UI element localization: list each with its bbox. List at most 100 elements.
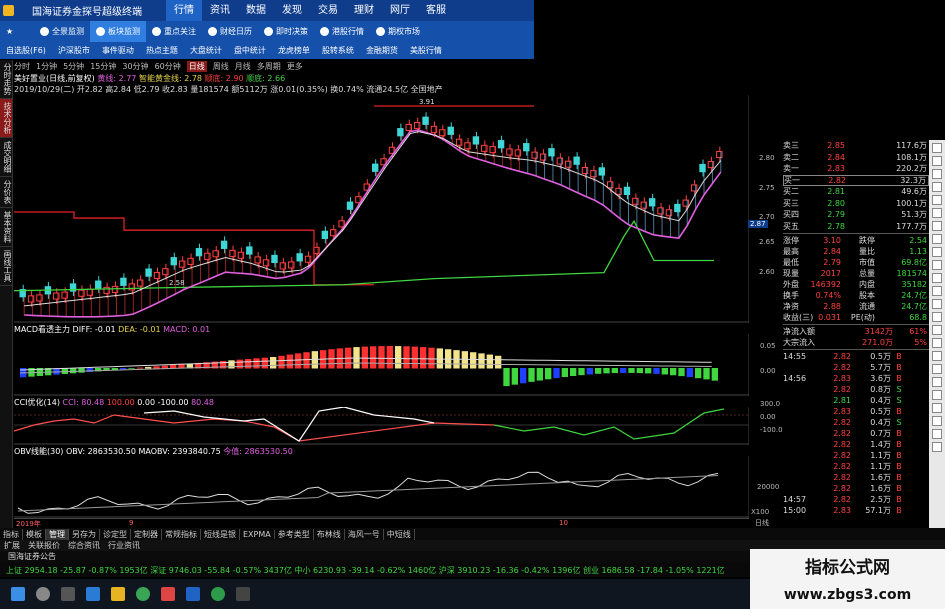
edge-icon[interactable]	[86, 587, 100, 601]
menu-finance[interactable]: 理财	[346, 0, 382, 21]
order-book-row[interactable]: 卖一 2.83 220.2万	[783, 163, 929, 175]
side-tool-icon[interactable]	[932, 247, 942, 257]
tool-watchlist[interactable]: 自选股(F6)	[0, 42, 52, 59]
tool-options[interactable]: 期权市场	[370, 21, 426, 42]
tab-expma[interactable]: EXPMA	[240, 529, 275, 539]
period-30m[interactable]: 30分钟	[122, 61, 148, 72]
task-view-icon[interactable]	[61, 587, 75, 601]
left-tab-intraday[interactable]: 分时走势	[0, 60, 12, 99]
period-multi[interactable]: 多周期	[257, 61, 281, 72]
period-monthly[interactable]: 月线	[235, 61, 251, 72]
tool-sector-monitor[interactable]: 板块监测	[90, 21, 146, 42]
tool-hk[interactable]: 港股行情	[314, 21, 370, 42]
side-tool-icon[interactable]	[932, 377, 942, 387]
period-daily[interactable]: 日线	[186, 60, 207, 72]
tool-futures[interactable]: 金融期货	[360, 42, 404, 59]
menu-service[interactable]: 客服	[418, 0, 454, 21]
side-tool-icon[interactable]	[932, 221, 942, 231]
period-tick[interactable]: 分时	[14, 61, 30, 72]
period-5m[interactable]: 5分钟	[63, 61, 84, 72]
period-60m[interactable]: 60分钟	[155, 61, 181, 72]
tool-intraday-stats[interactable]: 盘中统计	[228, 42, 272, 59]
side-tool-icon[interactable]	[932, 390, 942, 400]
menu-trade[interactable]: 交易	[310, 0, 346, 21]
side-tool-icon[interactable]	[932, 416, 942, 426]
tab-indicator[interactable]: 指标	[0, 528, 23, 540]
order-book-row[interactable]: 卖二 2.84 108.1万	[783, 152, 929, 164]
tab-save-as[interactable]: 另存为	[69, 528, 100, 540]
tool-focus[interactable]: 重点关注	[146, 21, 202, 42]
side-tool-icon[interactable]	[932, 169, 942, 179]
order-book-row[interactable]: 卖三 2.85 117.6万	[783, 140, 929, 152]
left-tab-trades[interactable]: 成交明细	[0, 138, 12, 177]
tab-diagnose[interactable]: 诊定型	[100, 528, 131, 540]
side-tool-icon[interactable]	[932, 429, 942, 439]
side-tool-icon[interactable]	[932, 351, 942, 361]
folder-icon[interactable]	[111, 587, 125, 601]
side-tool-icon[interactable]	[932, 234, 942, 244]
menu-quotes[interactable]: 行情	[166, 0, 202, 21]
side-tool-icon[interactable]	[932, 208, 942, 218]
order-book-row[interactable]: 买五 2.78 177.7万	[783, 221, 929, 233]
order-book-row[interactable]: 买一 2.82 32.3万	[783, 174, 929, 186]
left-tab-profile[interactable]: 基本资料	[0, 208, 12, 247]
tab-general-news[interactable]: 综合资讯	[64, 540, 104, 551]
side-tool-icon[interactable]	[932, 286, 942, 296]
order-book-row[interactable]: 买四 2.79 51.3万	[783, 209, 929, 221]
tab-ref-type[interactable]: 参考类型	[275, 528, 314, 540]
tool-market-stats[interactable]: 大盘统计	[184, 42, 228, 59]
side-tool-icon[interactable]	[932, 364, 942, 374]
side-tool-icon[interactable]	[932, 403, 942, 413]
side-tool-icon[interactable]	[932, 260, 942, 270]
menu-online-hall[interactable]: 网厅	[382, 0, 418, 21]
period-weekly[interactable]: 周线	[213, 61, 229, 72]
tool-event[interactable]: 事件驱动	[96, 42, 140, 59]
tool-transfer[interactable]: 股转系统	[316, 42, 360, 59]
menu-news[interactable]: 资讯	[202, 0, 238, 21]
app-icon[interactable]	[161, 587, 175, 601]
tool-panorama[interactable]: 全景监测	[34, 21, 90, 42]
tab-haifeng[interactable]: 海风一号	[345, 528, 384, 540]
windows-start-icon[interactable]	[11, 587, 25, 601]
side-tool-icon[interactable]	[932, 312, 942, 322]
side-tool-icon[interactable]	[932, 156, 942, 166]
order-book-row[interactable]: 买二 2.81 49.6万	[783, 186, 929, 198]
tool-decision[interactable]: 即时决策	[258, 21, 314, 42]
tool-calendar[interactable]: 财经日历	[202, 21, 258, 42]
side-tool-icon[interactable]	[932, 299, 942, 309]
left-tab-price-table[interactable]: 分价表	[0, 177, 12, 208]
tool-hot-topic[interactable]: 热点主题	[140, 42, 184, 59]
side-tool-icon[interactable]	[932, 338, 942, 348]
left-tab-drawing[interactable]: 画线工具	[0, 247, 12, 286]
tab-industry-news[interactable]: 行业资讯	[104, 540, 144, 551]
star-icon[interactable]: ★	[0, 21, 34, 42]
tool-us-stocks[interactable]: 美股行情	[404, 42, 448, 59]
wechat-icon[interactable]	[211, 587, 225, 601]
app-icon[interactable]	[186, 587, 200, 601]
side-tool-icon[interactable]	[932, 442, 942, 452]
search-icon[interactable]	[36, 587, 50, 601]
tab-mid-short[interactable]: 中短线	[384, 528, 415, 540]
side-tool-icon[interactable]	[932, 182, 942, 192]
app-icon[interactable]	[136, 587, 150, 601]
menu-discover[interactable]: 发现	[274, 0, 310, 21]
period-more[interactable]: 更多	[287, 61, 303, 72]
menu-data[interactable]: 数据	[238, 0, 274, 21]
tool-dragon-tiger[interactable]: 龙虎榜单	[272, 42, 316, 59]
tab-template[interactable]: 模板	[23, 528, 46, 540]
side-tool-icon[interactable]	[932, 143, 942, 153]
side-tool-icon[interactable]	[932, 273, 942, 283]
left-tab-technical[interactable]: 技术分析	[0, 99, 12, 138]
app-icon[interactable]	[236, 587, 250, 601]
tab-short-silver[interactable]: 短线是银	[201, 528, 240, 540]
tab-common[interactable]: 常规指标	[162, 528, 201, 540]
announcement-bar[interactable]: 国海证券公告	[0, 551, 750, 563]
period-1m[interactable]: 1分钟	[36, 61, 57, 72]
tab-related-quotes[interactable]: 关联报价	[24, 540, 64, 551]
side-tool-icon[interactable]	[932, 325, 942, 335]
tab-expand[interactable]: 扩展	[0, 540, 24, 551]
period-15m[interactable]: 15分钟	[90, 61, 116, 72]
side-tool-icon[interactable]	[932, 195, 942, 205]
order-book-row[interactable]: 买三 2.80 100.1万	[783, 198, 929, 210]
tab-boll[interactable]: 布林线	[314, 528, 345, 540]
